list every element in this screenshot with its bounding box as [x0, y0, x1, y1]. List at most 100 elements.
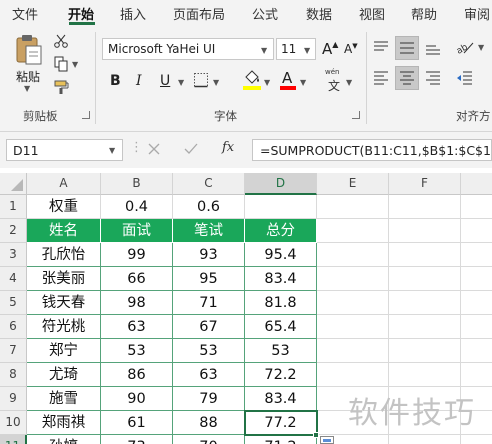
tab-formulas[interactable]: 公式: [252, 4, 278, 23]
tab-file[interactable]: 文件: [12, 4, 38, 23]
font-name-dropdown-icon[interactable]: ▼: [261, 46, 267, 55]
cell-b1[interactable]: 0.4: [101, 195, 173, 219]
row-header-2[interactable]: 2: [0, 219, 27, 243]
cell-g4[interactable]: [461, 267, 492, 291]
column-header-g[interactable]: [461, 173, 492, 195]
cell-c1[interactable]: 0.6: [173, 195, 245, 219]
cell-f6[interactable]: [389, 315, 461, 339]
row-header-5[interactable]: 5: [0, 291, 27, 315]
row-header-6[interactable]: 6: [0, 315, 27, 339]
cell-b9[interactable]: 90: [101, 387, 173, 411]
cell-b8[interactable]: 86: [101, 363, 173, 387]
grow-font-button[interactable]: A▲: [322, 40, 338, 58]
align-right-icon[interactable]: [424, 70, 442, 86]
cell-c8[interactable]: 63: [173, 363, 245, 387]
copy-icon[interactable]: [54, 56, 68, 72]
underline-button[interactable]: U: [160, 73, 170, 89]
cell-b10[interactable]: 61: [101, 411, 173, 435]
cell-c6[interactable]: 67: [173, 315, 245, 339]
fill-handle[interactable]: [313, 432, 319, 438]
cell-e3[interactable]: [317, 243, 389, 267]
decrease-indent-icon[interactable]: [455, 70, 473, 86]
align-top-icon[interactable]: [372, 40, 390, 56]
row-header-8[interactable]: 8: [0, 363, 27, 387]
column-header-e[interactable]: E: [317, 173, 389, 195]
cell-d1[interactable]: [245, 195, 317, 219]
insert-function-button[interactable]: fx: [222, 140, 234, 155]
cell-e5[interactable]: [317, 291, 389, 315]
cell-c9[interactable]: 79: [173, 387, 245, 411]
align-center-button[interactable]: [395, 66, 419, 90]
italic-button[interactable]: I: [136, 73, 142, 89]
cancel-entry-icon[interactable]: [148, 143, 160, 155]
cell-d3[interactable]: 95.4: [245, 243, 317, 267]
cell-e8[interactable]: [317, 363, 389, 387]
tab-help[interactable]: 帮助: [411, 4, 437, 23]
cell-a5[interactable]: 钱天春: [27, 291, 101, 315]
tab-insert[interactable]: 插入: [120, 4, 146, 23]
cell-f8[interactable]: [389, 363, 461, 387]
cell-b11[interactable]: 73: [101, 435, 173, 444]
cell-d6[interactable]: 65.4: [245, 315, 317, 339]
cell-e6[interactable]: [317, 315, 389, 339]
cell-f1[interactable]: [389, 195, 461, 219]
cell-f11[interactable]: [389, 435, 461, 444]
cell-c4[interactable]: 95: [173, 267, 245, 291]
formula-input[interactable]: =SUMPRODUCT(B11:C11,$B$1:$C$1): [252, 139, 492, 161]
cell-g1[interactable]: [461, 195, 492, 219]
row-header-4[interactable]: 4: [0, 267, 27, 291]
cell-a2[interactable]: 姓名: [27, 219, 101, 243]
name-box-dropdown-icon[interactable]: ▼: [109, 146, 115, 155]
row-header-11[interactable]: 11: [0, 435, 27, 444]
cell-a3[interactable]: 孔欣怡: [27, 243, 101, 267]
cell-d2[interactable]: 总分: [245, 219, 317, 243]
font-size-dropdown-icon[interactable]: ▼: [304, 46, 310, 55]
font-color-button[interactable]: A: [282, 69, 292, 87]
column-header-f[interactable]: F: [389, 173, 461, 195]
cell-c2[interactable]: 笔试: [173, 219, 245, 243]
select-all-corner[interactable]: [0, 173, 27, 195]
cell-d8[interactable]: 72.2: [245, 363, 317, 387]
tab-data[interactable]: 数据: [306, 4, 332, 23]
row-header-7[interactable]: 7: [0, 339, 27, 363]
font-dialog-launcher-icon[interactable]: [352, 111, 360, 119]
cell-e7[interactable]: [317, 339, 389, 363]
cell-d5[interactable]: 81.8: [245, 291, 317, 315]
font-color-dropdown-icon[interactable]: ▼: [300, 78, 306, 87]
cell-a10[interactable]: 郑雨祺: [27, 411, 101, 435]
cell-c7[interactable]: 53: [173, 339, 245, 363]
cell-a4[interactable]: 张美丽: [27, 267, 101, 291]
cell-e1[interactable]: [317, 195, 389, 219]
align-left-icon[interactable]: [372, 70, 390, 86]
clipboard-dialog-launcher-icon[interactable]: [82, 111, 90, 119]
name-box[interactable]: D11: [6, 139, 123, 161]
paste-dropdown-icon[interactable]: ▼: [24, 84, 30, 93]
cell-b5[interactable]: 98: [101, 291, 173, 315]
borders-dropdown-icon[interactable]: ▼: [213, 78, 219, 87]
cell-c11[interactable]: 70: [173, 435, 245, 444]
paste-icon[interactable]: [14, 34, 44, 66]
tab-view[interactable]: 视图: [359, 4, 385, 23]
cell-d7[interactable]: 53: [245, 339, 317, 363]
tab-review[interactable]: 审阅: [464, 4, 490, 23]
format-painter-icon[interactable]: [54, 80, 70, 94]
fill-color-dropdown-icon[interactable]: ▼: [264, 78, 270, 87]
orientation-icon[interactable]: ab: [455, 38, 475, 56]
column-header-d[interactable]: D: [245, 173, 317, 195]
paste-button-label[interactable]: 粘贴: [16, 68, 40, 85]
cell-b7[interactable]: 53: [101, 339, 173, 363]
cell-d9[interactable]: 83.4: [245, 387, 317, 411]
cell-c10[interactable]: 88: [173, 411, 245, 435]
underline-dropdown-icon[interactable]: ▼: [178, 78, 184, 87]
phonetic-dropdown-icon[interactable]: ▼: [346, 78, 352, 87]
row-header-9[interactable]: 9: [0, 387, 27, 411]
tab-home[interactable]: 开始: [68, 4, 94, 23]
cell-g8[interactable]: [461, 363, 492, 387]
phonetic-guide-char[interactable]: 文: [328, 77, 340, 94]
cell-f3[interactable]: [389, 243, 461, 267]
formula-bar-splitter-icon[interactable]: ⋮: [130, 140, 143, 155]
cell-a11[interactable]: 孙婷: [27, 435, 101, 444]
cell-c5[interactable]: 71: [173, 291, 245, 315]
cell-f5[interactable]: [389, 291, 461, 315]
row-header-3[interactable]: 3: [0, 243, 27, 267]
